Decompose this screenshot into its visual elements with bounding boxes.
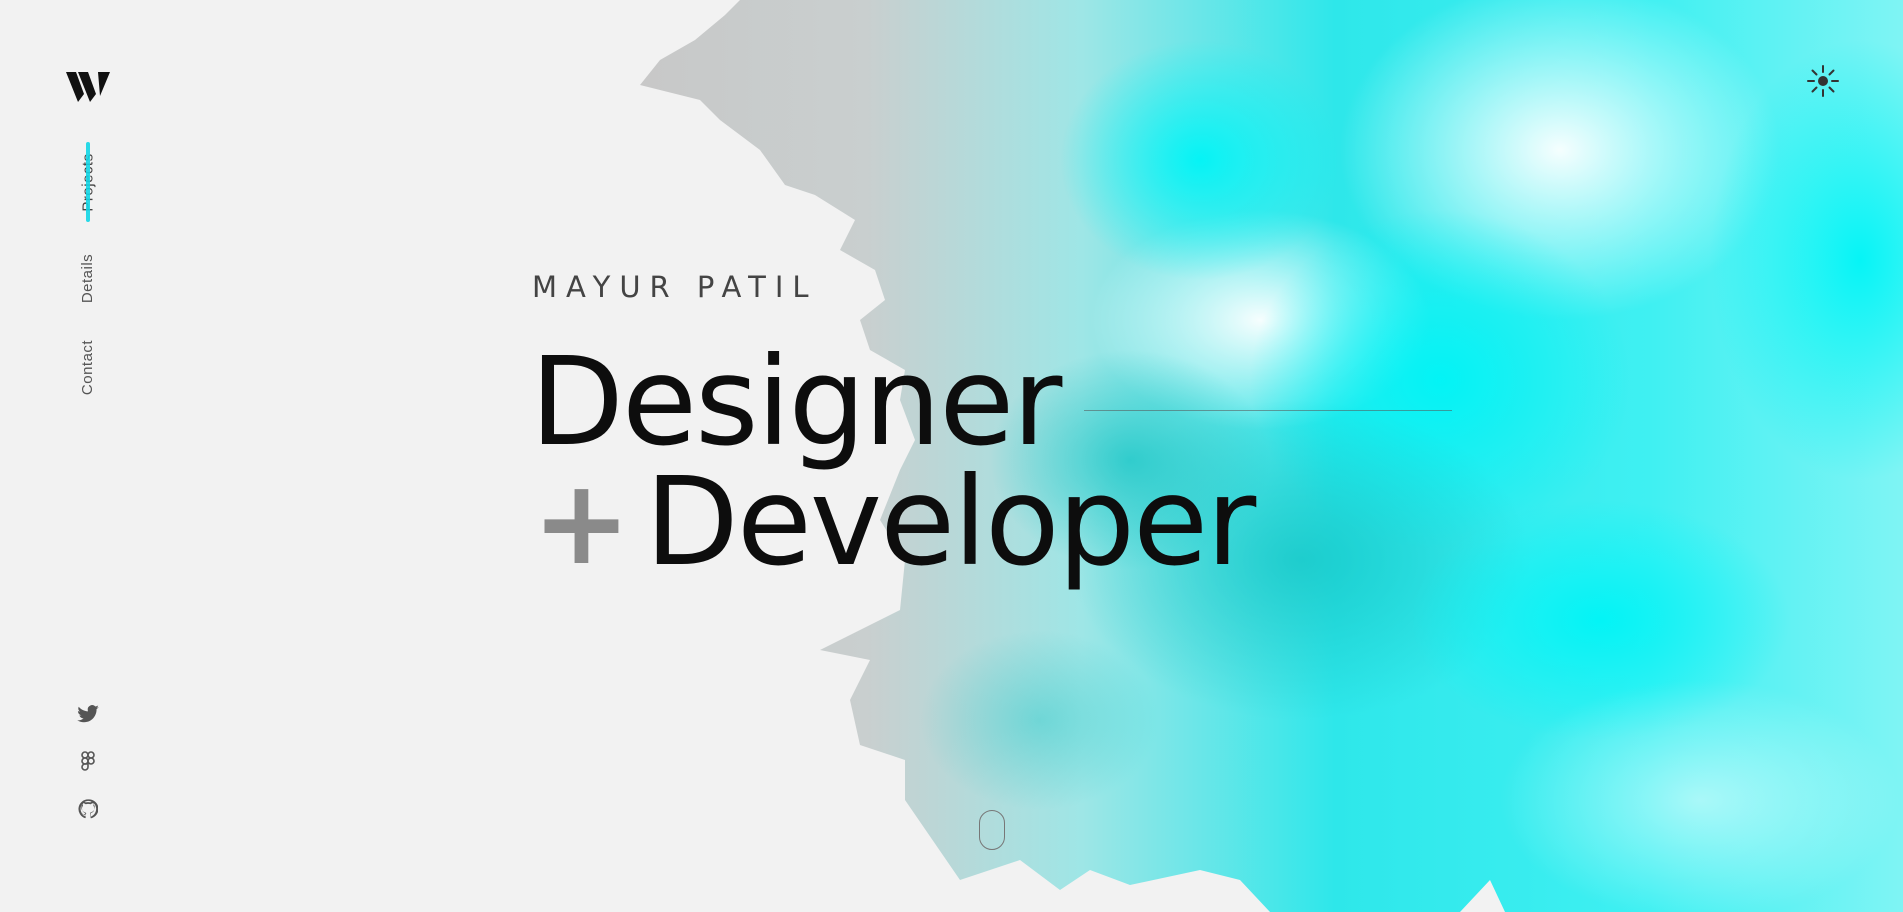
github-link[interactable] xyxy=(76,797,100,821)
nav-item-label: Details xyxy=(79,253,97,303)
headline-divider xyxy=(1084,410,1452,411)
vertical-nav: Projects Details Contact xyxy=(74,140,102,410)
hero-name: MAYUR PATIL xyxy=(532,270,818,304)
twitter-link[interactable] xyxy=(76,702,100,726)
hero-headline-developer: Developer xyxy=(644,451,1256,593)
brand-logo[interactable] xyxy=(64,70,112,106)
social-links xyxy=(76,702,100,822)
scroll-mouse-icon[interactable] xyxy=(979,810,1005,850)
brand-logo-mark xyxy=(66,72,110,102)
github-icon xyxy=(78,799,98,819)
figma-icon xyxy=(81,751,95,771)
twitter-icon xyxy=(77,705,99,723)
theme-toggle-button[interactable] xyxy=(1806,64,1840,98)
nav-item-projects[interactable]: Projects xyxy=(74,140,102,224)
plus-mark: + xyxy=(532,453,631,591)
nav-item-label: Contact xyxy=(79,339,97,395)
nav-item-details[interactable]: Details xyxy=(74,244,102,312)
figma-link[interactable] xyxy=(76,749,100,773)
nav-item-label: Projects xyxy=(79,152,97,212)
home-page: Projects Details Contact MAYUR PATIL Des… xyxy=(0,0,1903,912)
hero-headline-developer-row: + Developer xyxy=(532,451,1256,593)
sun-icon xyxy=(1807,65,1839,97)
nav-item-contact[interactable]: Contact xyxy=(74,330,102,404)
